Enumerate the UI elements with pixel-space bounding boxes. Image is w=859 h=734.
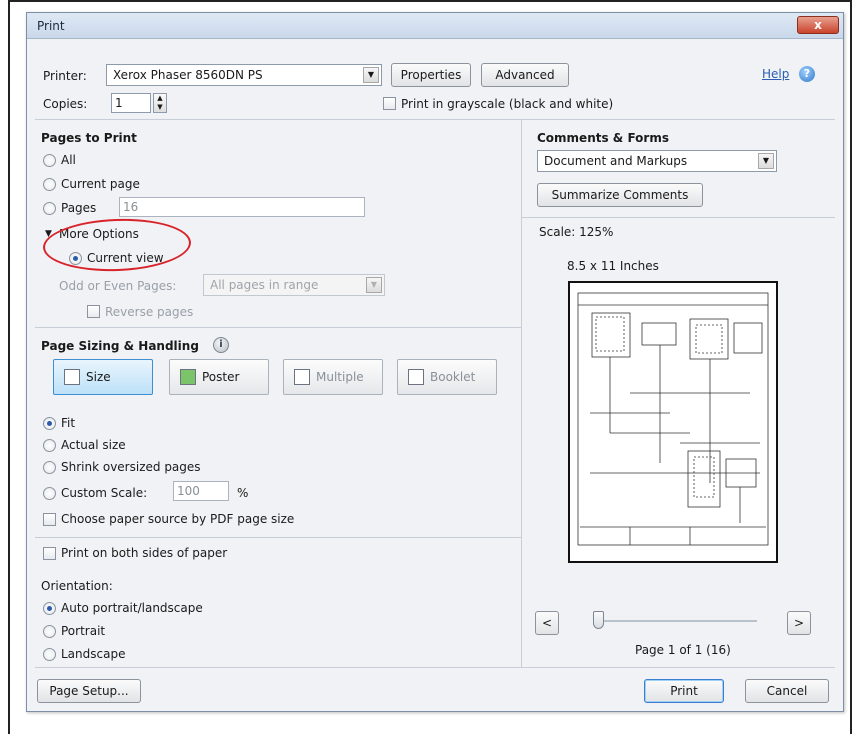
custom-scale-input[interactable]: 100 — [173, 481, 229, 501]
paper-size-label: 8.5 x 11 Inches — [567, 259, 659, 273]
size-tab-label: Size — [86, 370, 111, 384]
grayscale-checkbox[interactable] — [383, 97, 396, 110]
multiple-tab-label: Multiple — [316, 370, 364, 384]
page-info-readout: Page 1 of 1 (16) — [635, 643, 731, 657]
booklet-tab[interactable]: Booklet — [397, 359, 497, 395]
all-pages-radio[interactable] — [43, 154, 56, 167]
custom-scale-label: Custom Scale: — [61, 486, 148, 500]
document-frame-top — [8, 0, 852, 2]
pages-radio[interactable] — [43, 202, 56, 215]
page-slider-track[interactable] — [595, 620, 757, 622]
reverse-pages-label: Reverse pages — [105, 305, 194, 319]
odd-even-select[interactable]: All pages in range ▼ — [203, 274, 385, 296]
info-icon[interactable]: i — [213, 337, 229, 353]
multiple-icon — [294, 369, 310, 385]
summarize-comments-button[interactable]: Summarize Comments — [537, 183, 703, 207]
poster-tab-label: Poster — [202, 370, 240, 384]
divider — [35, 327, 521, 328]
dialog-title: Print — [37, 19, 65, 33]
shrink-oversized-radio[interactable] — [43, 461, 56, 474]
page-slider-thumb[interactable] — [593, 611, 604, 629]
cancel-button[interactable]: Cancel — [745, 679, 829, 703]
shrink-oversized-label: Shrink oversized pages — [61, 460, 201, 474]
page-setup-button[interactable]: Page Setup... — [37, 679, 141, 703]
divider — [35, 119, 835, 120]
advanced-button[interactable]: Advanced — [481, 63, 569, 87]
printer-label: Printer: — [43, 69, 87, 83]
paper-source-checkbox[interactable] — [43, 513, 56, 526]
properties-button[interactable]: Properties — [391, 63, 471, 87]
scale-readout: Scale: 125% — [539, 225, 614, 239]
actual-size-radio[interactable] — [43, 439, 56, 452]
document-frame-left — [8, 0, 10, 734]
print-preview — [568, 281, 778, 563]
document-frame-right — [850, 0, 852, 734]
next-page-button[interactable]: > — [787, 611, 811, 635]
odd-even-select-value: All pages in range — [210, 278, 319, 292]
percent-label: % — [237, 486, 249, 500]
portrait-label: Portrait — [61, 624, 106, 638]
current-page-label: Current page — [61, 177, 140, 191]
divider — [521, 119, 522, 667]
pages-label: Pages — [61, 201, 97, 215]
help-icon[interactable]: ? — [799, 66, 815, 82]
auto-orientation-radio[interactable] — [43, 602, 56, 615]
size-tab[interactable]: Size — [53, 359, 153, 395]
grayscale-label: Print in grayscale (black and white) — [401, 97, 614, 111]
close-button[interactable]: x — [797, 16, 839, 34]
poster-tab[interactable]: Poster — [169, 359, 269, 395]
chevron-down-icon: ▼ — [758, 153, 774, 169]
title-bar: Print x — [27, 13, 843, 39]
pages-to-print-title: Pages to Print — [41, 131, 137, 145]
comments-forms-select[interactable]: Document and Markups ▼ — [537, 150, 777, 172]
chevron-down-icon: ▼ — [366, 277, 382, 293]
copies-spinner[interactable]: ▲ ▼ — [153, 93, 167, 113]
print-button[interactable]: Print — [644, 679, 724, 703]
odd-even-label: Odd or Even Pages: — [59, 279, 177, 293]
landscape-label: Landscape — [61, 647, 126, 661]
printer-select[interactable]: Xerox Phaser 8560DN PS ▼ — [106, 64, 382, 86]
actual-size-label: Actual size — [61, 438, 126, 452]
custom-scale-radio[interactable] — [43, 487, 56, 500]
current-page-radio[interactable] — [43, 178, 56, 191]
copies-input[interactable]: 1 — [111, 93, 151, 113]
all-pages-label: All — [61, 153, 76, 167]
landscape-radio[interactable] — [43, 648, 56, 661]
reverse-pages-checkbox[interactable] — [87, 305, 100, 318]
auto-orientation-label: Auto portrait/landscape — [61, 601, 203, 615]
divider — [35, 667, 835, 668]
pages-range-input[interactable]: 16 — [119, 197, 365, 217]
fit-radio[interactable] — [43, 417, 56, 430]
duplex-checkbox[interactable] — [43, 547, 56, 560]
print-dialog: Print x Printer: Xerox Phaser 8560DN PS … — [26, 12, 844, 712]
orientation-title: Orientation: — [41, 579, 113, 593]
help-link[interactable]: Help — [762, 67, 789, 81]
fit-label: Fit — [61, 416, 76, 430]
page-sizing-title: Page Sizing & Handling — [41, 339, 199, 353]
booklet-icon — [408, 369, 424, 385]
portrait-radio[interactable] — [43, 625, 56, 638]
copies-label: Copies: — [43, 97, 88, 111]
divider — [35, 537, 521, 538]
chevron-down-icon: ▼ — [363, 67, 379, 83]
duplex-label: Print on both sides of paper — [61, 546, 228, 560]
poster-icon — [180, 369, 196, 385]
paper-source-label: Choose paper source by PDF page size — [61, 512, 295, 526]
size-icon — [64, 369, 80, 385]
printer-select-value: Xerox Phaser 8560DN PS — [113, 68, 263, 82]
booklet-tab-label: Booklet — [430, 370, 476, 384]
schematic-preview-image — [577, 292, 769, 546]
comments-forms-value: Document and Markups — [544, 154, 688, 168]
annotation-ellipse — [42, 216, 192, 274]
previous-page-button[interactable]: < — [535, 611, 559, 635]
divider — [521, 217, 835, 218]
multiple-tab[interactable]: Multiple — [283, 359, 383, 395]
comments-forms-title: Comments & Forms — [537, 131, 669, 145]
